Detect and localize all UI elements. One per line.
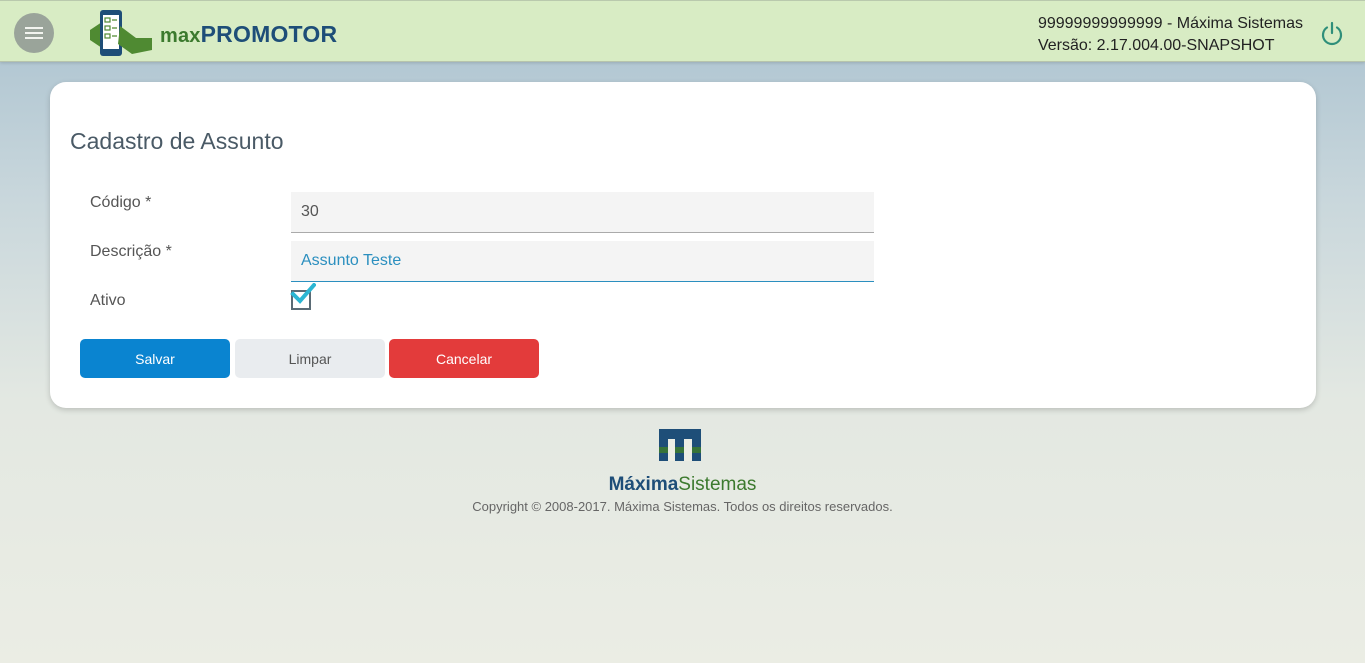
top-header: maxPROMOTOR 99999999999999 - Máxima Sist… [0, 0, 1365, 62]
check-icon [290, 283, 316, 304]
copyright-text: Copyright © 2008-2017. Máxima Sistemas. … [472, 499, 893, 514]
codigo-input[interactable] [291, 192, 874, 233]
page-title: Cadastro de Assunto [70, 128, 284, 154]
version-line: Versão: 2.17.004.00-SNAPSHOT [1037, 37, 1275, 54]
codigo-label: Código * [90, 194, 152, 211]
ativo-label: Ativo [90, 292, 126, 309]
user-info: 99999999999999 - Máxima Sistemas Versão:… [1038, 13, 1303, 57]
power-icon[interactable] [1319, 21, 1345, 47]
form-card: Cadastro de Assunto Código * Descrição *… [50, 82, 1316, 408]
user-line: 99999999999999 - Máxima Sistemas [1037, 15, 1303, 32]
brand-suffix: PROMOTOR [200, 20, 338, 47]
menu-icon [25, 27, 43, 29]
brand-prefix: max [160, 24, 201, 47]
footer-brand-bold: Máxima [608, 474, 679, 495]
clear-button[interactable]: Limpar [235, 339, 385, 378]
cancel-button[interactable]: Cancelar [389, 339, 539, 378]
app-logo-icon [90, 10, 152, 56]
save-button[interactable]: Salvar [80, 339, 230, 378]
footer-brand: MáximaSistemas [0, 474, 1365, 496]
maxima-logo-icon [659, 429, 701, 461]
app-logo[interactable]: maxPROMOTOR [88, 8, 337, 60]
menu-button[interactable] [14, 13, 54, 53]
descricao-label: Descrição * [90, 243, 172, 260]
app-brand-name: maxPROMOTOR [160, 21, 337, 48]
footer-brand-light: Sistemas [678, 474, 757, 495]
descricao-input[interactable] [291, 241, 874, 282]
ativo-checkbox[interactable] [290, 283, 316, 310]
